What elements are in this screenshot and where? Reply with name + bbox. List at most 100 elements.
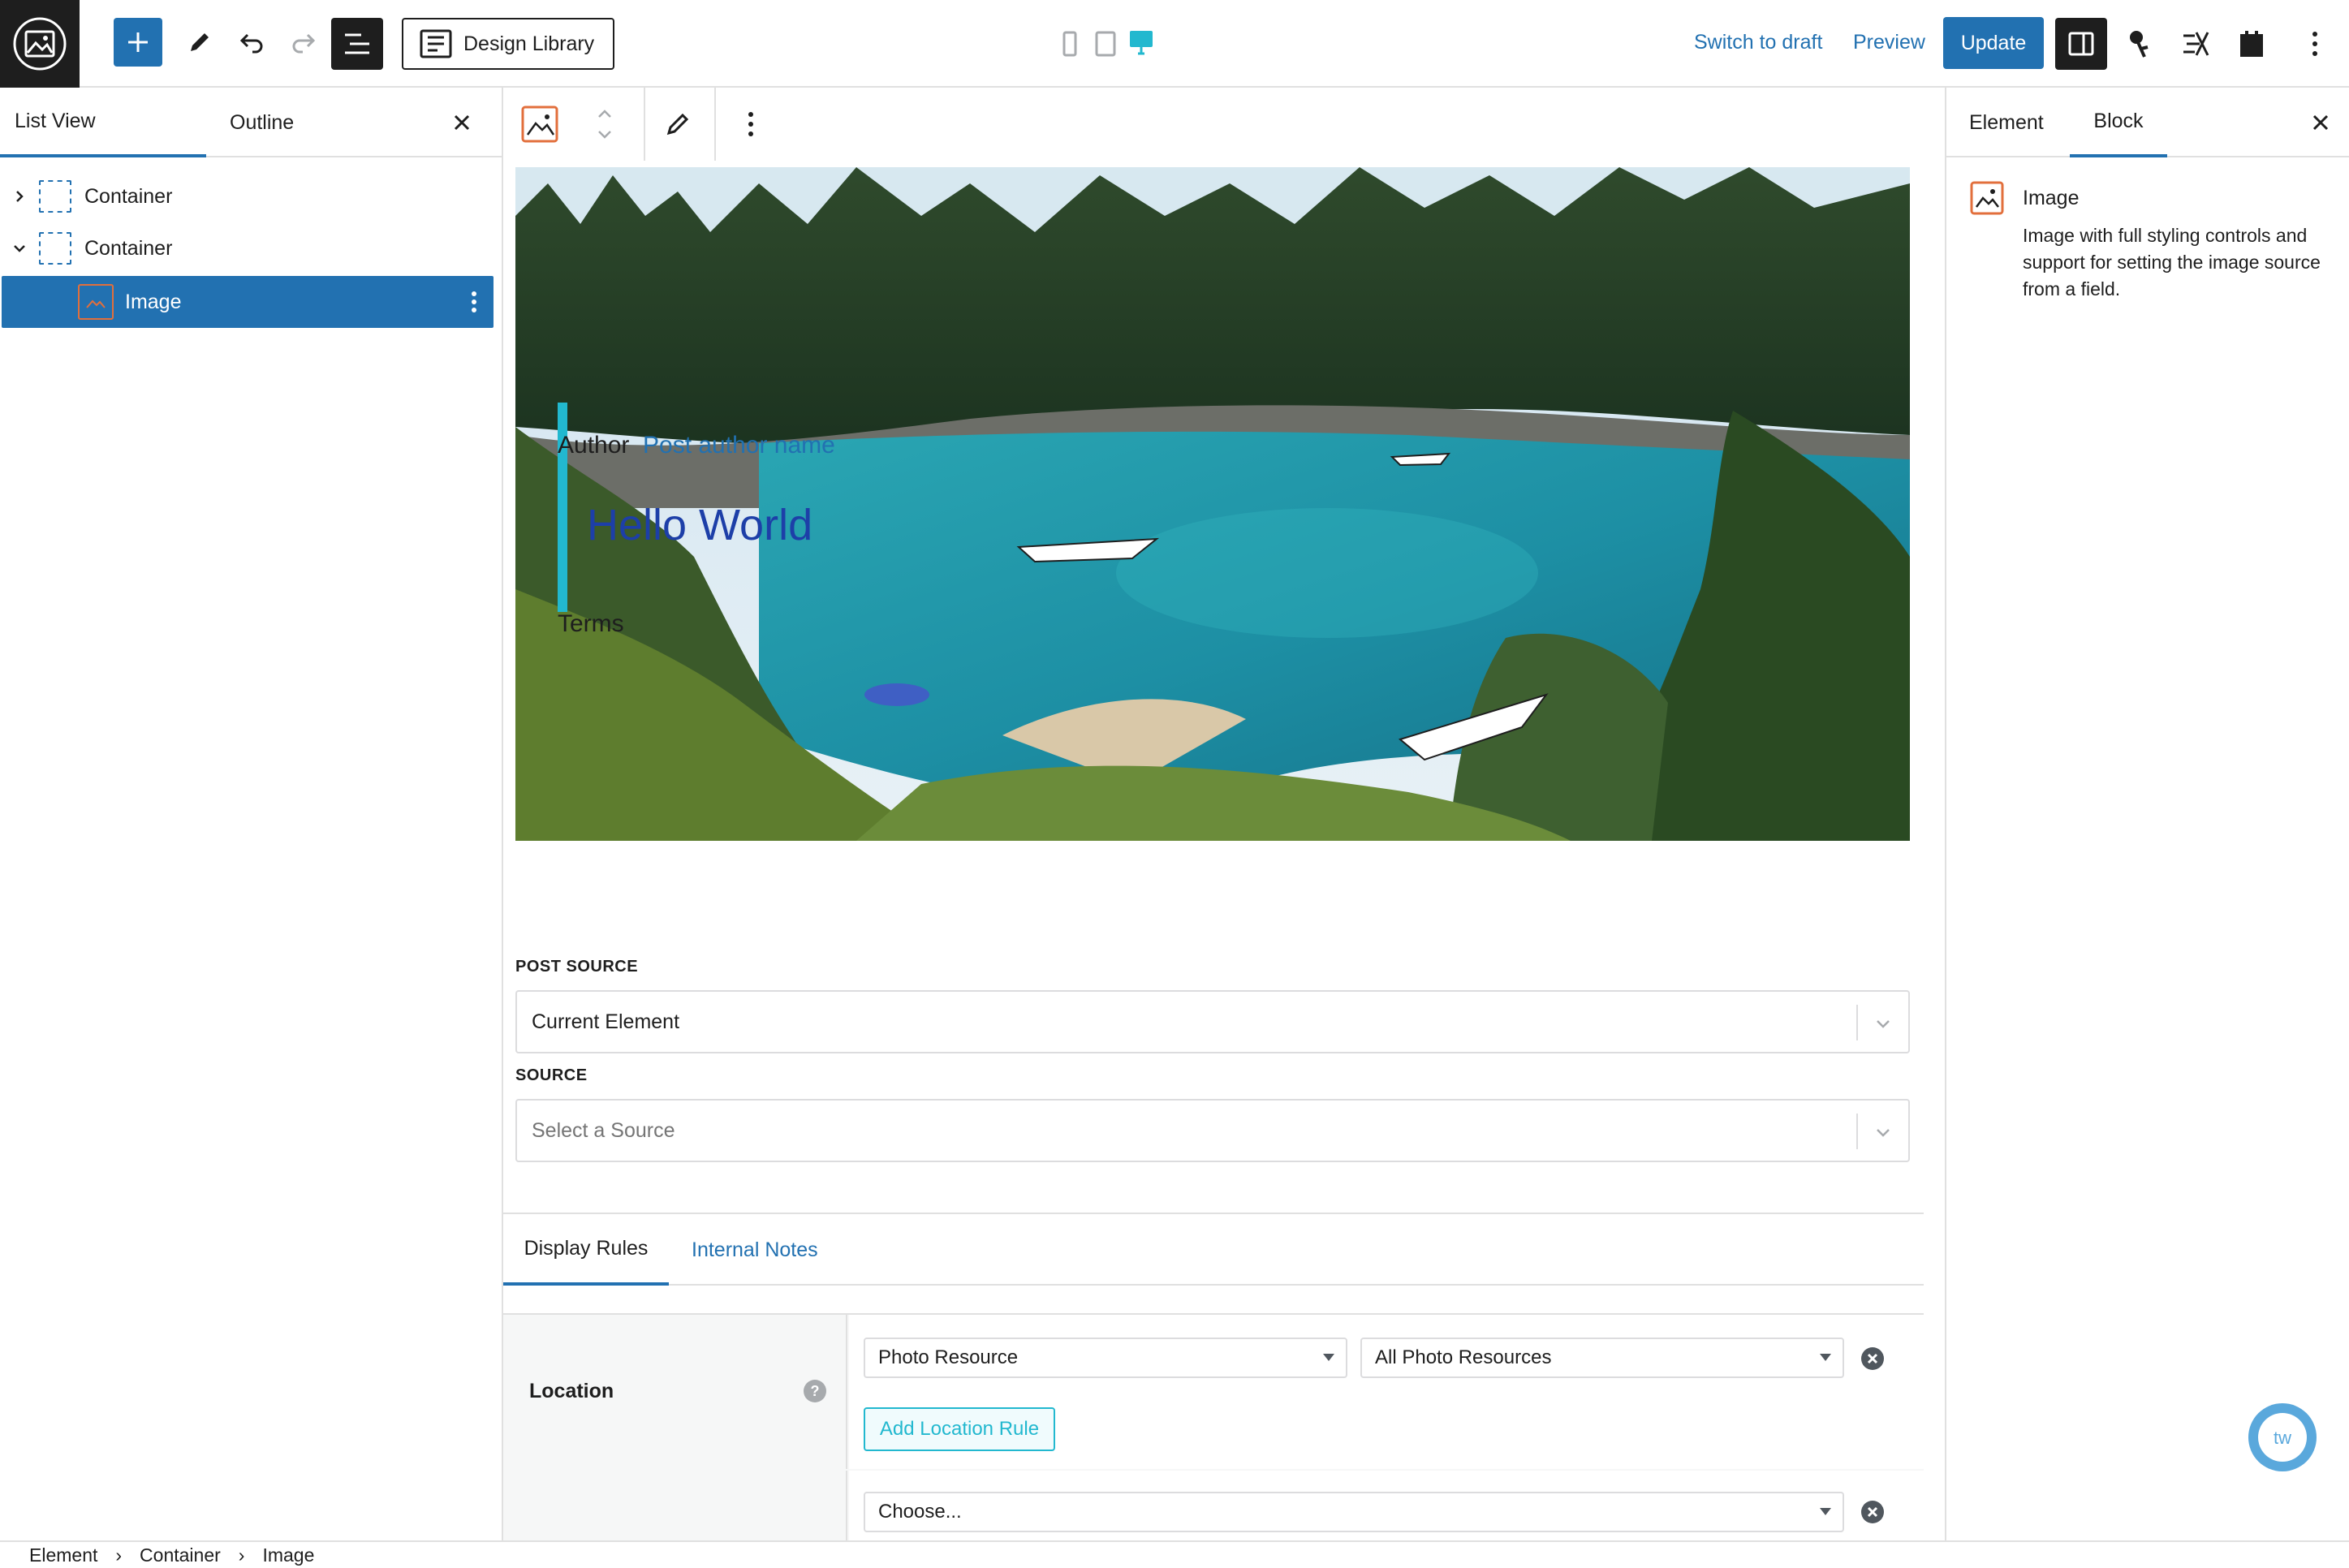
tab-outline[interactable]: Outline bbox=[230, 88, 294, 157]
post-source-label: POST SOURCE bbox=[515, 958, 639, 976]
mobile-preview-button[interactable] bbox=[1060, 31, 1080, 57]
tablet-preview-button[interactable] bbox=[1094, 31, 1117, 57]
caret-down-icon bbox=[1323, 1354, 1334, 1361]
key-icon bbox=[2130, 31, 2149, 58]
remove-rule-button[interactable] bbox=[1860, 1500, 1885, 1524]
breadcrumb-separator-icon: › bbox=[115, 1544, 123, 1566]
desktop-preview-button[interactable] bbox=[1128, 29, 1154, 57]
breadcrumb-item[interactable]: Element bbox=[29, 1544, 97, 1566]
rule-row: Choose... bbox=[849, 1471, 1924, 1540]
tools-button[interactable] bbox=[175, 18, 224, 67]
chevron-right-icon[interactable] bbox=[0, 189, 39, 204]
tab-element[interactable]: Element bbox=[1969, 88, 2044, 157]
more-vertical-icon[interactable] bbox=[471, 287, 477, 317]
remove-circle-icon bbox=[1861, 1347, 1884, 1370]
document-overview-button[interactable] bbox=[331, 18, 383, 70]
block-card-description: Image with full styling controls and sup… bbox=[2023, 225, 2321, 299]
remove-circle-icon bbox=[1861, 1501, 1884, 1523]
mobile-icon bbox=[1062, 31, 1077, 57]
list-view-icon bbox=[345, 33, 369, 54]
site-logo-button[interactable] bbox=[0, 0, 80, 88]
editor-header: Design Library Switch to draft Preview U… bbox=[0, 0, 2349, 88]
block-breadcrumb: Element › Container › Image bbox=[0, 1540, 2349, 1568]
redo-icon bbox=[292, 33, 316, 54]
settings-tabs: Display Rules Internal Notes bbox=[503, 1214, 1924, 1286]
preview-button[interactable]: Preview bbox=[1853, 31, 1925, 54]
tab-display-rules[interactable]: Display Rules bbox=[503, 1214, 669, 1286]
location-rules: Location ? Photo Resource All Photo Reso… bbox=[503, 1313, 1924, 1540]
move-up-down-control[interactable] bbox=[584, 99, 625, 149]
image-icon bbox=[78, 284, 114, 320]
location-rule-row: Photo Resource All Photo Resources Add L… bbox=[849, 1315, 1924, 1469]
image-block-icon[interactable] bbox=[519, 104, 560, 144]
list-item[interactable]: Container bbox=[0, 170, 494, 222]
site-logo-icon bbox=[13, 17, 67, 71]
container-icon bbox=[39, 180, 71, 213]
source-placeholder: Select a Source bbox=[532, 1118, 675, 1142]
svg-text:tw: tw bbox=[2274, 1428, 2291, 1448]
author-label: Author bbox=[558, 432, 630, 459]
caret-down-icon bbox=[1820, 1354, 1831, 1361]
settings-toggle-button[interactable] bbox=[2055, 18, 2107, 70]
post-terms: Terms bbox=[558, 610, 624, 637]
plugin-speed-button[interactable] bbox=[2170, 18, 2222, 70]
list-item-selected[interactable]: Image bbox=[2, 276, 494, 328]
chevron-up-down-icon bbox=[598, 110, 611, 139]
plus-icon bbox=[128, 32, 148, 52]
remove-rule-button[interactable] bbox=[1860, 1346, 1885, 1371]
list-view-panel: List View Outline Container Container Im… bbox=[0, 88, 503, 1540]
block-card-title: Image bbox=[2023, 187, 2080, 209]
editor-canvas: Author Post author name Hello World Term… bbox=[503, 88, 1924, 1540]
design-library-icon bbox=[420, 29, 452, 58]
chat-widget-button[interactable]: tw bbox=[2247, 1402, 2318, 1473]
source-label: SOURCE bbox=[515, 1066, 588, 1084]
design-library-button[interactable]: Design Library bbox=[402, 18, 614, 70]
undo-button[interactable] bbox=[227, 18, 276, 67]
options-menu-button[interactable] bbox=[2289, 18, 2341, 70]
image-block-icon bbox=[1969, 180, 2005, 216]
plugin-block-button[interactable] bbox=[2226, 18, 2278, 70]
close-icon bbox=[454, 114, 470, 131]
list-item-label: Image bbox=[125, 290, 182, 313]
choose-value: Choose... bbox=[878, 1501, 962, 1523]
choose-select[interactable]: Choose... bbox=[864, 1492, 1844, 1532]
add-block-button[interactable] bbox=[114, 18, 162, 67]
tab-internal-notes[interactable]: Internal Notes bbox=[692, 1214, 818, 1286]
post-source-select[interactable]: Current Element bbox=[515, 990, 1910, 1053]
container-icon bbox=[39, 232, 71, 265]
tablet-icon bbox=[1095, 31, 1116, 57]
add-location-rule-button[interactable]: Add Location Rule bbox=[864, 1407, 1055, 1451]
select-divider bbox=[1856, 1005, 1858, 1040]
desktop-icon bbox=[1130, 31, 1153, 55]
tab-list-view[interactable]: List View bbox=[0, 88, 206, 157]
block-options-button[interactable] bbox=[731, 104, 771, 144]
more-vertical-icon bbox=[748, 112, 753, 136]
author-link[interactable]: Post author name bbox=[643, 432, 835, 459]
help-icon[interactable]: ? bbox=[804, 1380, 826, 1402]
rule-param-select[interactable]: Photo Resource bbox=[864, 1338, 1347, 1378]
location-label-cell: Location ? bbox=[503, 1315, 847, 1469]
close-sidebar-button[interactable] bbox=[2304, 106, 2338, 140]
chevron-down-icon bbox=[1877, 1020, 1890, 1028]
chat-bubble-icon: tw bbox=[2248, 1403, 2317, 1471]
tab-block[interactable]: Block bbox=[2070, 88, 2167, 157]
settings-sidebar: Element Block Image Image with full styl… bbox=[1945, 88, 2349, 1540]
redo-button[interactable] bbox=[279, 18, 328, 67]
close-list-view-button[interactable] bbox=[445, 106, 479, 140]
speed-lines-icon bbox=[2183, 32, 2209, 56]
list-item[interactable]: Container bbox=[0, 222, 494, 274]
sidebar-tabs: Element Block bbox=[1946, 88, 2349, 157]
breadcrumb-item[interactable]: Container bbox=[140, 1544, 221, 1566]
chevron-down-icon[interactable] bbox=[0, 243, 39, 254]
source-select[interactable]: Select a Source bbox=[515, 1099, 1910, 1162]
switch-to-draft-button[interactable]: Switch to draft bbox=[1694, 31, 1822, 54]
rule-value-select[interactable]: All Photo Resources bbox=[1360, 1338, 1844, 1378]
breadcrumb-item[interactable]: Image bbox=[262, 1544, 314, 1566]
undo-icon bbox=[239, 33, 263, 54]
breadcrumb-separator-icon: › bbox=[238, 1544, 245, 1566]
edit-block-button[interactable] bbox=[657, 104, 698, 144]
plugin-keys-button[interactable] bbox=[2115, 18, 2167, 70]
update-button[interactable]: Update bbox=[1943, 17, 2044, 69]
toolbar-divider bbox=[644, 88, 645, 161]
caret-down-icon bbox=[1820, 1508, 1831, 1515]
